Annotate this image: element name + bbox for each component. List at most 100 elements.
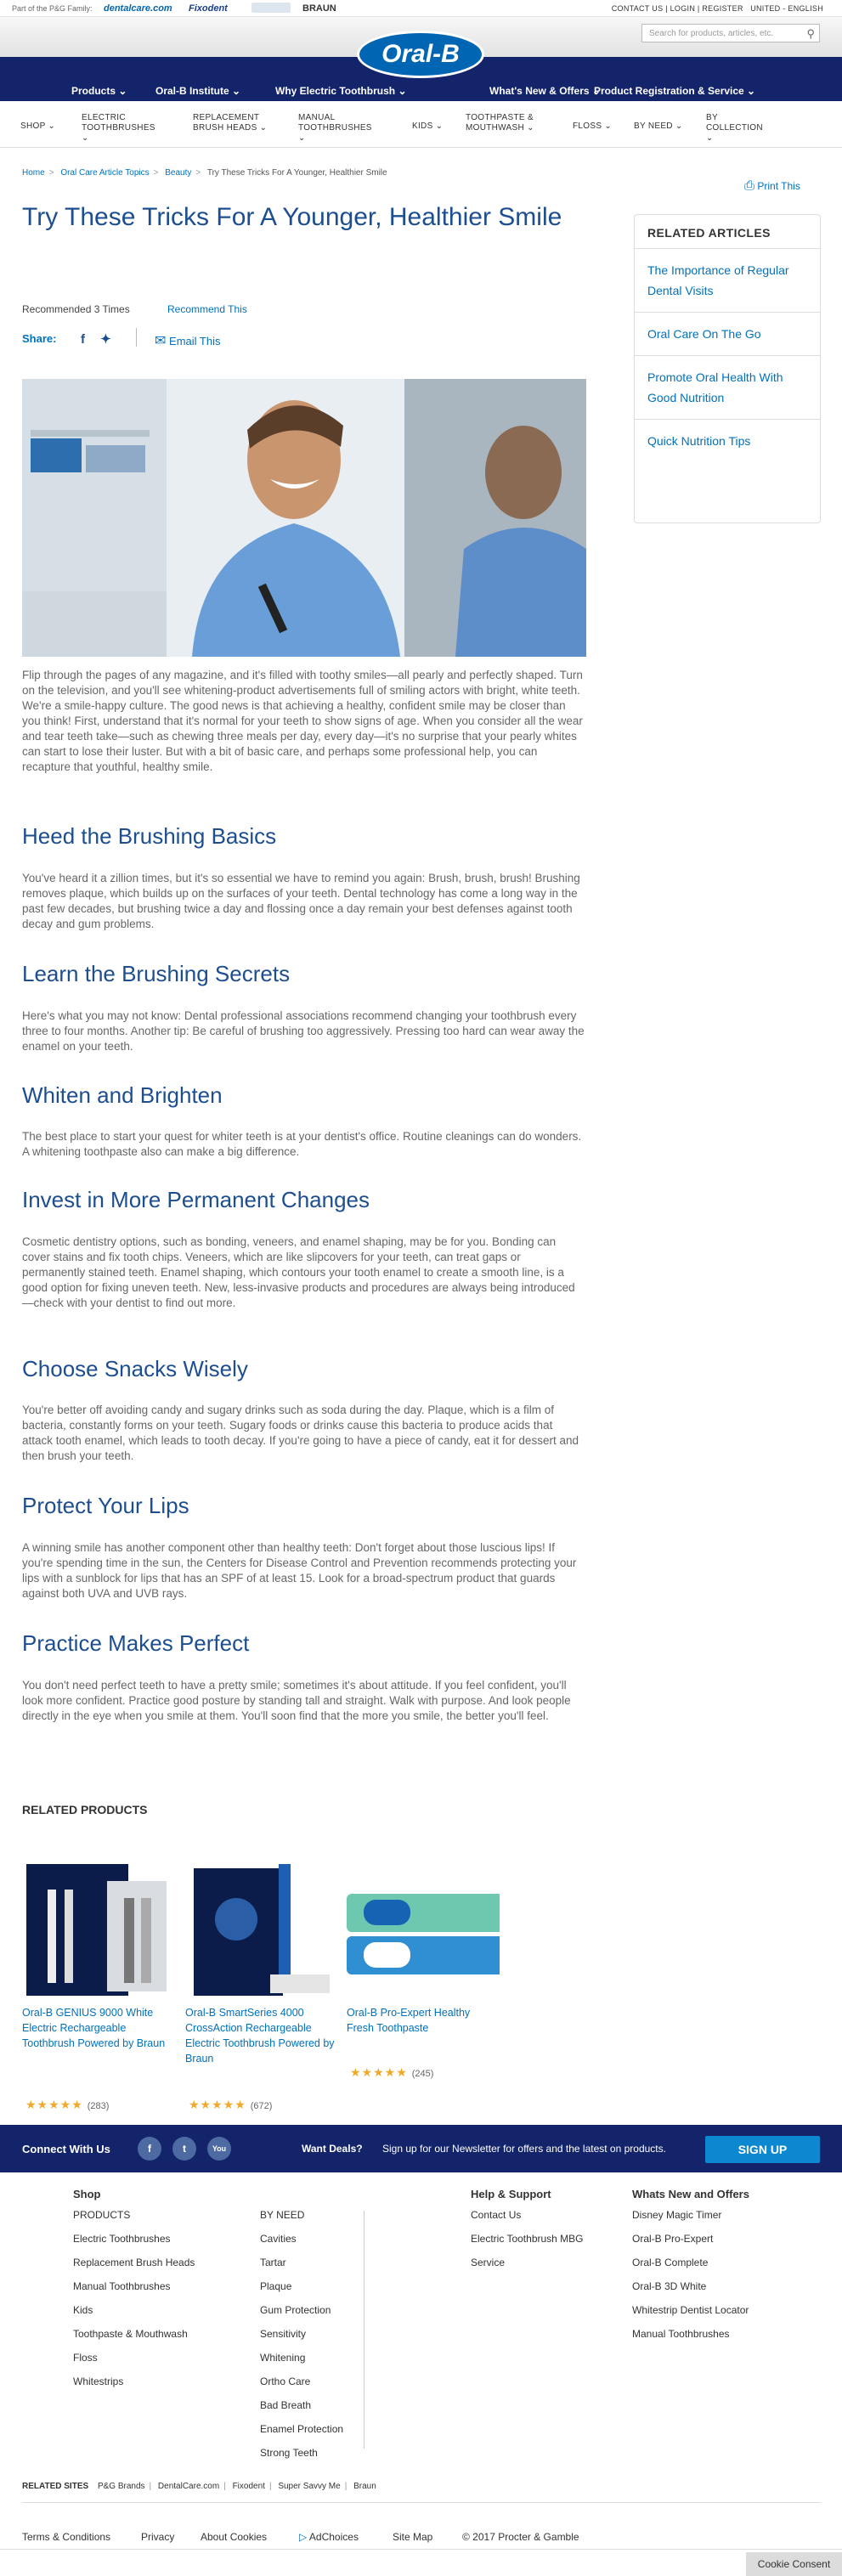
toothpaste-image [347,1894,504,1974]
footer-link[interactable]: Sensitivity [260,2328,343,2352]
crumb-topics[interactable]: Oral Care Article Topics [60,168,149,178]
footer-link[interactable]: Tartar [260,2257,343,2280]
subnav-floss[interactable]: FLOSS ⌄ [573,121,612,132]
print-button[interactable]: ⎙ Print This [744,178,800,193]
search-icon[interactable]: ⚲ [806,27,815,41]
signup-button[interactable]: SIGN UP [705,2136,820,2163]
subnav-toothpaste[interactable]: TOOTHPASTE & MOUTHWASH ⌄ [466,113,542,133]
cookie-consent-button[interactable]: Cookie Consent [746,2552,842,2576]
footer-link[interactable]: Enamel Protection [260,2423,343,2447]
category-nav: SHOP ⌄ ELECTRIC TOOTHBRUSHES ⌄ REPLACEME… [0,101,842,148]
brand-dentalcare[interactable]: dentalcare.com [104,3,172,14]
subnav-electric[interactable]: ELECTRIC TOOTHBRUSHES ⌄ [82,113,155,144]
related-site-link[interactable]: Braun [353,2482,376,2491]
footer-link[interactable]: Cavities [260,2233,343,2257]
footer-whatsnew-column: Whats New and Offers Disney Magic Timer … [632,2188,749,2352]
related-site-link[interactable]: P&G Brands [98,2482,145,2491]
footer-link[interactable]: BY NEED [260,2209,343,2233]
related-article-link[interactable]: Oral Care On The Go [635,313,820,356]
youtube-icon[interactable]: You [207,2137,231,2161]
crumb-beauty[interactable]: Beauty [165,168,191,178]
account-links[interactable]: CONTACT US | LOGIN | REGISTER UNITED - E… [612,4,823,13]
adchoices-link[interactable]: ▷ AdChoices [299,2531,359,2543]
subnav-shop[interactable]: SHOP ⌄ [20,121,55,132]
footer-heading: Shop [73,2188,101,2200]
footer-link[interactable]: Manual Toothbrushes [632,2328,749,2352]
privacy-link[interactable]: Privacy [141,2531,174,2543]
related-site-link[interactable]: Fixodent [233,2482,265,2491]
brand-fixodent[interactable]: Fixodent [189,3,228,14]
terms-link[interactable]: Terms & Conditions [22,2531,110,2543]
related-site-link[interactable]: DentalCare.com [158,2482,219,2491]
toothbrush-box-image [194,1864,330,1996]
related-article-link[interactable]: The Importance of Regular Dental Visits [635,249,820,313]
footer-link[interactable]: PRODUCTS [73,2209,195,2233]
copyright: © 2017 Procter & Gamble [462,2531,579,2543]
product-rating: ★★★★★ (672) [189,2098,273,2111]
product-card[interactable]: Oral-B Pro-Expert Healthy Fresh Toothpas… [347,1856,504,2036]
subnav-kids[interactable]: KIDS ⌄ [412,121,443,132]
nav-oral-b-institute[interactable]: Oral-B Institute ⌄ [155,85,240,97]
twitter-icon[interactable]: t [172,2137,196,2161]
crumb-home[interactable]: Home [22,168,45,178]
footer-link[interactable]: Toothpaste & Mouthwash [73,2328,195,2352]
product-image[interactable] [347,1856,504,2000]
footer-link[interactable]: Replacement Brush Heads [73,2257,195,2280]
footer-link[interactable]: Whitestrips [73,2375,195,2399]
footer-link[interactable]: Contact Us [471,2209,584,2233]
footer-link[interactable]: Whitening [260,2352,343,2375]
related-article-link[interactable]: Promote Oral Health With Good Nutrition [635,356,820,420]
footer-link[interactable]: Service [471,2257,584,2280]
section-body: The best place to start your quest for w… [22,1130,582,1158]
footer-link[interactable]: Oral-B Pro-Expert [632,2233,749,2257]
related-sites: RELATED SITES P&G Brands | DentalCare.com… [22,2482,376,2491]
product-name[interactable]: Oral-B SmartSeries 4000 CrossAction Rech… [185,2005,338,2066]
footer-link[interactable]: Strong Teeth [260,2447,343,2471]
nav-products[interactable]: Products ⌄ [71,85,127,97]
nav-product-registration[interactable]: Product Registration & Service ⌄ [594,85,755,97]
footer-link[interactable]: Gum Protection [260,2304,343,2328]
related-article-link[interactable]: Quick Nutrition Tips [635,420,820,462]
subnav-replacement[interactable]: REPLACEMENT BRUSH HEADS ⌄ [193,113,269,133]
section-body: Here's what you may not know: Dental pro… [22,1009,585,1053]
facebook-icon[interactable]: f [81,332,85,347]
footer-link[interactable]: Kids [73,2304,195,2328]
sitemap-link[interactable]: Site Map [393,2531,432,2543]
family-label: Part of the P&G Family: [12,4,93,13]
footer-link[interactable]: Manual Toothbrushes [73,2280,195,2304]
footer-link[interactable]: Bad Breath [260,2399,343,2423]
nav-why-electric[interactable]: Why Electric Toothbrush ⌄ [275,85,407,97]
search-input[interactable]: Search for products, articles, etc. ⚲ [641,24,820,42]
subnav-manual[interactable]: MANUAL TOOTHBRUSHES ⌄ [298,113,375,144]
facebook-icon[interactable]: f [138,2137,161,2161]
product-card[interactable]: Oral-B SmartSeries 4000 CrossAction Rech… [185,1856,338,2066]
footer-heading: Whats New and Offers [632,2188,749,2200]
product-name[interactable]: Oral-B GENIUS 9000 White Electric Rechar… [22,2005,175,2051]
footer-link[interactable]: Oral-B 3D White [632,2280,749,2304]
footer-link[interactable]: Oral-B Complete [632,2257,749,2280]
footer-link[interactable]: Electric Toothbrush MBG [471,2233,584,2257]
product-name[interactable]: Oral-B Pro-Expert Healthy Fresh Toothpas… [347,2005,500,2036]
footer-link[interactable]: Floss [73,2352,195,2375]
oral-b-logo[interactable]: Oral-B [357,31,484,78]
about-cookies-link[interactable]: About Cookies [201,2531,267,2543]
product-image[interactable] [185,1856,338,2000]
footer-shop-column: Shop PRODUCTS Electric Toothbrushes Repl… [73,2188,195,2399]
email-this-link[interactable]: ✉ Email This [155,332,220,349]
product-card[interactable]: Oral-B GENIUS 9000 White Electric Rechar… [22,1856,175,2051]
footer-link[interactable]: Disney Magic Timer [632,2209,749,2233]
twitter-icon[interactable]: ✦ [100,332,111,347]
brand-logo-badge[interactable] [251,3,291,13]
brand-braun[interactable]: BRAUN [302,3,336,14]
product-rating: ★★★★★ (283) [25,2098,110,2111]
related-site-link[interactable]: Super Savvy Me [278,2482,340,2491]
footer-link[interactable]: Whitestrip Dentist Locator [632,2304,749,2328]
subnav-by-collection[interactable]: BY COLLECTION ⌄ [706,113,766,144]
recommend-link[interactable]: Recommend This [167,303,247,315]
nav-whats-new[interactable]: What's New & Offers ⌄ [489,85,601,97]
product-image[interactable] [22,1856,175,2000]
subnav-by-need[interactable]: BY NEED ⌄ [634,121,683,132]
footer-link[interactable]: Electric Toothbrushes [73,2233,195,2257]
footer-link[interactable]: Plaque [260,2280,343,2304]
footer-link[interactable]: Ortho Care [260,2375,343,2399]
